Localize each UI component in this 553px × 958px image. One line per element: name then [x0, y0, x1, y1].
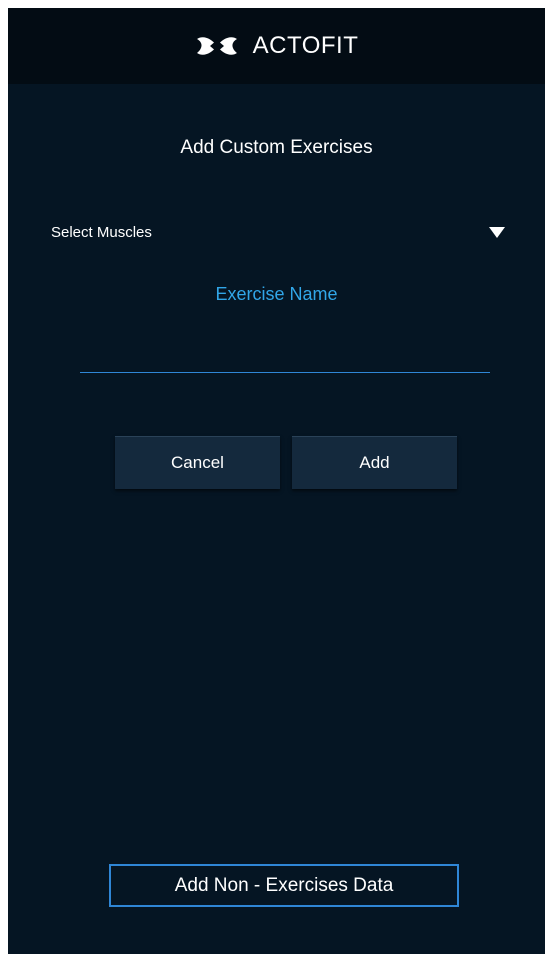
app-header: ACTOFIT	[8, 8, 545, 84]
select-muscles-label: Select Muscles	[51, 223, 152, 241]
brand-name: ACTOFIT	[252, 32, 359, 59]
add-non-exercises-data-button[interactable]: Add Non - Exercises Data	[109, 864, 459, 907]
cancel-button[interactable]: Cancel	[115, 436, 280, 489]
dropdown-triangle-icon	[489, 226, 505, 238]
page-title: Add Custom Exercises	[180, 137, 373, 158]
exercise-name-label: Exercise Name	[215, 284, 338, 304]
actofit-logo-icon	[196, 37, 237, 55]
add-button[interactable]: Add	[292, 436, 457, 489]
app-screen: ACTOFIT Add Custom Exercises Select Musc…	[8, 8, 545, 954]
exercise-name-input[interactable]	[80, 334, 490, 373]
brand: ACTOFIT	[195, 32, 359, 60]
select-muscles-dropdown[interactable]: Select Muscles	[51, 220, 505, 244]
